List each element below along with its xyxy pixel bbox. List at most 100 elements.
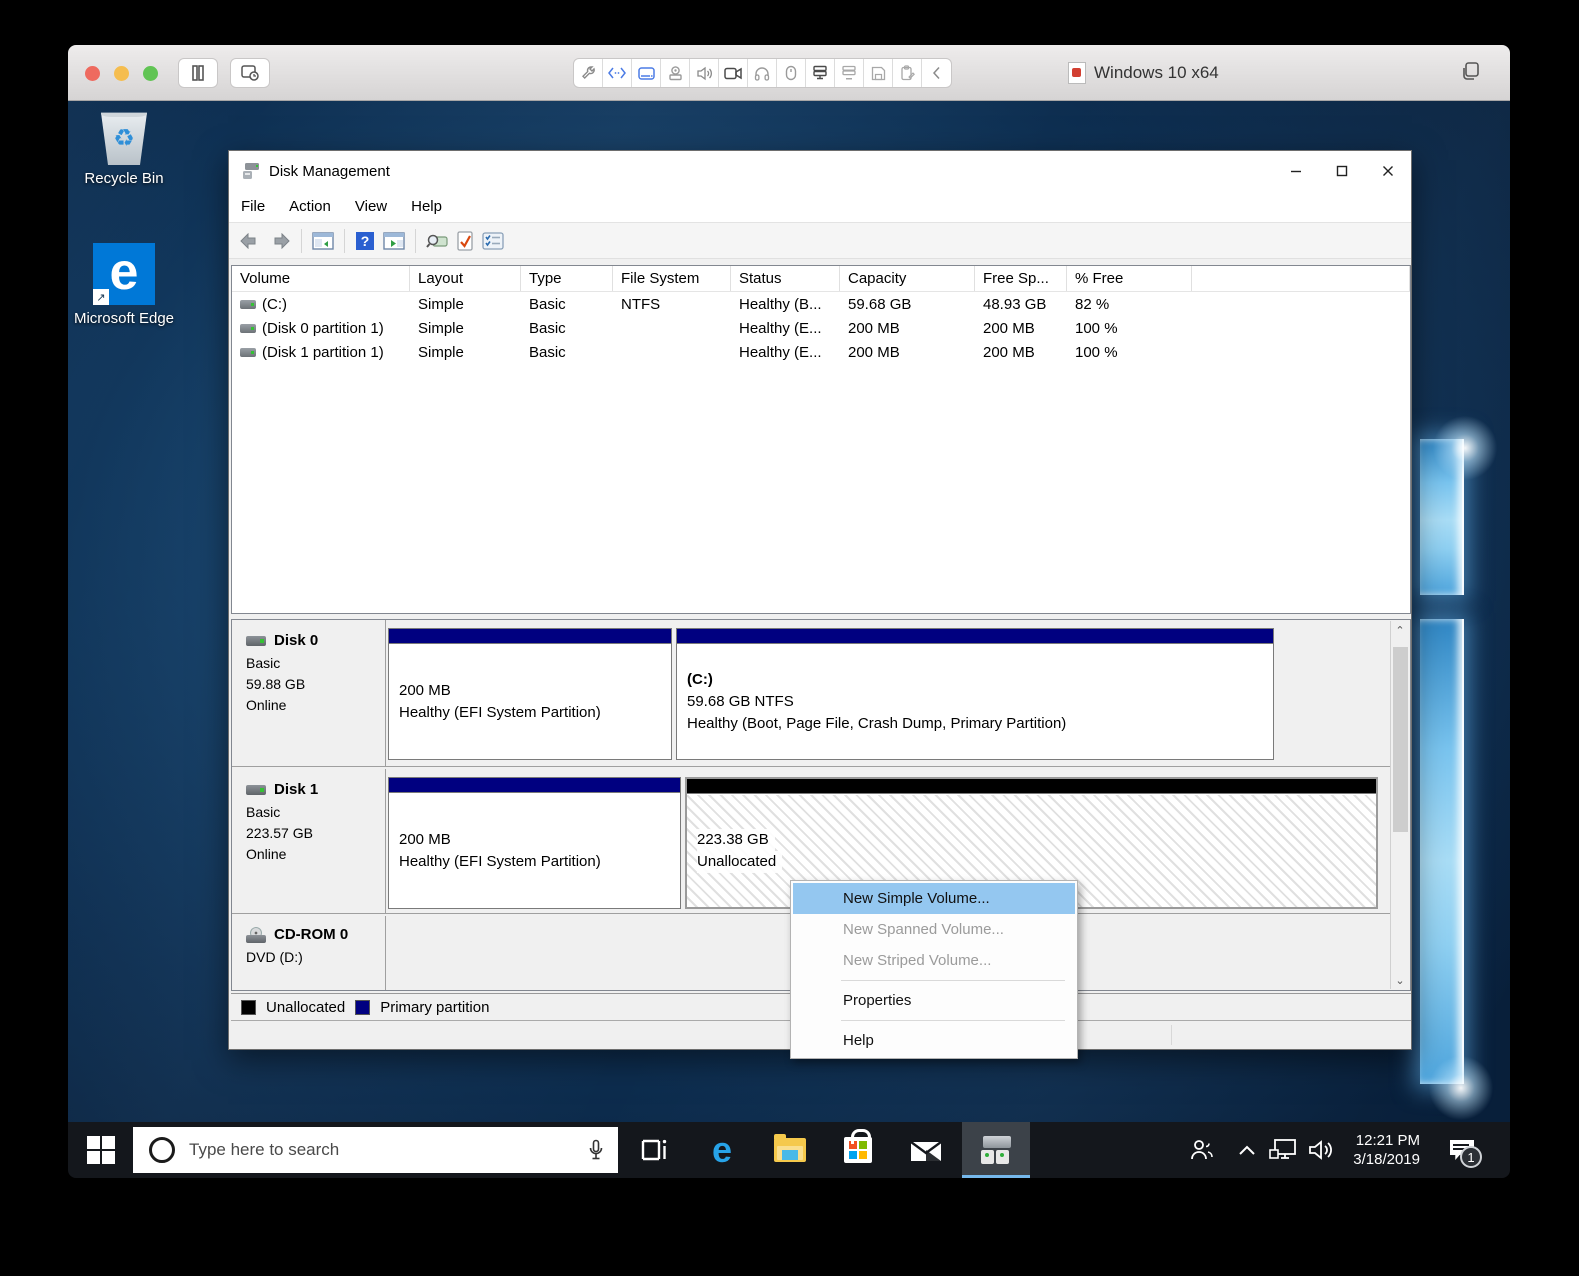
taskbar-store-button[interactable] bbox=[834, 1122, 882, 1178]
taskbar-search[interactable] bbox=[133, 1127, 618, 1173]
window-play-icon[interactable] bbox=[383, 231, 405, 250]
camera-lock-icon[interactable] bbox=[661, 59, 690, 87]
video-camera-icon[interactable] bbox=[719, 59, 748, 87]
taskbar-disk-management-button[interactable] bbox=[962, 1122, 1030, 1178]
partition-color-bar bbox=[677, 629, 1273, 644]
tray-chevron-up-icon[interactable] bbox=[1230, 1122, 1264, 1178]
scroll-down-icon[interactable]: ⌄ bbox=[1391, 971, 1409, 989]
check-document-icon[interactable] bbox=[456, 230, 474, 251]
console-window-icon[interactable] bbox=[312, 231, 334, 250]
mouse-icon[interactable] bbox=[777, 59, 806, 87]
column-header-status[interactable]: Status bbox=[731, 266, 840, 291]
disk1-efi-partition[interactable]: 200 MB Healthy (EFI System Partition) bbox=[388, 777, 681, 909]
vm-window: Windows 10 x64 ♻ Recycle Bin e ↗ Microso… bbox=[68, 45, 1510, 1178]
windows-vm-icon bbox=[1068, 62, 1086, 84]
code-icon[interactable] bbox=[603, 59, 632, 87]
desktop-icon-microsoft-edge[interactable]: e ↗ Microsoft Edge bbox=[69, 243, 179, 329]
search-input[interactable] bbox=[189, 1140, 588, 1160]
disk-1-label-panel[interactable]: Disk 1 Basic 223.57 GB Online bbox=[232, 769, 386, 913]
disk-0-label-panel[interactable]: Disk 0 Basic 59.88 GB Online bbox=[232, 620, 386, 766]
column-header-layout[interactable]: Layout bbox=[410, 266, 521, 291]
column-header-volume[interactable]: Volume bbox=[232, 266, 410, 291]
legend-unallocated-swatch bbox=[241, 999, 256, 1015]
cell-layout: Simple bbox=[418, 343, 464, 361]
hard-disk-icon[interactable] bbox=[632, 59, 661, 87]
headphones-icon[interactable] bbox=[748, 59, 777, 87]
cortana-icon bbox=[149, 1137, 175, 1163]
close-traffic-light[interactable] bbox=[85, 66, 100, 81]
menu-file[interactable]: File bbox=[229, 191, 277, 222]
menu-item-properties[interactable]: Properties bbox=[793, 985, 1075, 1016]
column-header-free-space[interactable]: Free Sp... bbox=[975, 266, 1067, 291]
close-button[interactable] bbox=[1365, 151, 1411, 191]
taskbar-file-explorer-button[interactable] bbox=[766, 1122, 814, 1178]
taskbar-edge-button[interactable]: e bbox=[698, 1122, 746, 1178]
action-center-button[interactable]: 1 bbox=[1440, 1122, 1484, 1178]
disk-management-app-icon bbox=[242, 162, 262, 180]
scroll-up-icon[interactable]: ⌃ bbox=[1391, 621, 1409, 639]
task-view-button[interactable] bbox=[630, 1122, 678, 1178]
server-alt-icon[interactable] bbox=[835, 59, 864, 87]
back-icon[interactable] bbox=[239, 232, 261, 249]
toolbar-separator bbox=[344, 228, 345, 253]
table-row[interactable]: (Disk 0 partition 1) Simple Basic Health… bbox=[232, 316, 1410, 340]
help-icon[interactable]: ? bbox=[355, 231, 375, 251]
volume-icon[interactable] bbox=[1302, 1122, 1340, 1178]
start-button[interactable] bbox=[68, 1122, 134, 1178]
menu-item-help[interactable]: Help bbox=[793, 1025, 1075, 1056]
screenshot-button[interactable] bbox=[230, 58, 270, 88]
taskbar-mail-button[interactable] bbox=[902, 1122, 950, 1178]
menu-help[interactable]: Help bbox=[399, 191, 454, 222]
cdrom-label-panel[interactable]: CD-ROM 0 DVD (D:) bbox=[232, 916, 386, 990]
cell-capacity: 59.68 GB bbox=[848, 295, 912, 313]
menu-item-new-simple-volume[interactable]: New Simple Volume... bbox=[793, 883, 1075, 914]
clipboard-icon[interactable] bbox=[893, 59, 922, 87]
disk-name: Disk 1 bbox=[274, 781, 319, 798]
microphone-icon[interactable] bbox=[588, 1139, 604, 1161]
column-header-capacity[interactable]: Capacity bbox=[840, 266, 975, 291]
disk-status: Online bbox=[246, 697, 287, 713]
partition-size: 223.38 GB bbox=[697, 829, 775, 851]
store-icon bbox=[844, 1129, 872, 1163]
taskbar-clock[interactable]: 12:21 PM 3/18/2019 bbox=[1353, 1122, 1420, 1178]
column-header-pct-free[interactable]: % Free bbox=[1067, 266, 1192, 291]
chevron-left-icon[interactable] bbox=[922, 59, 951, 87]
dm-titlebar[interactable]: Disk Management bbox=[229, 151, 1411, 191]
table-row[interactable]: (Disk 1 partition 1) Simple Basic Health… bbox=[232, 340, 1410, 364]
scrollbar-thumb[interactable] bbox=[1393, 647, 1408, 832]
disk0-c-partition[interactable]: (C:) 59.68 GB NTFS Healthy (Boot, Page F… bbox=[676, 628, 1274, 760]
zoom-traffic-light[interactable] bbox=[143, 66, 158, 81]
checklist-icon[interactable] bbox=[482, 231, 504, 250]
speaker-icon[interactable] bbox=[690, 59, 719, 87]
people-icon[interactable] bbox=[1182, 1122, 1222, 1178]
recycle-bin-icon: ♻ bbox=[101, 112, 147, 165]
desktop-icon-recycle-bin[interactable]: ♻ Recycle Bin bbox=[69, 107, 179, 189]
column-header-type[interactable]: Type bbox=[521, 266, 613, 291]
cell-free-space: 48.93 GB bbox=[983, 295, 1047, 313]
column-header-blank bbox=[1192, 266, 1410, 291]
floppy-icon[interactable] bbox=[864, 59, 893, 87]
table-row[interactable]: (C:) Simple Basic NTFS Healthy (B... 59.… bbox=[232, 292, 1410, 316]
disk0-efi-partition[interactable]: 200 MB Healthy (EFI System Partition) bbox=[388, 628, 672, 760]
disk-size: 59.88 GB bbox=[246, 676, 306, 692]
vertical-scrollbar[interactable]: ⌃ ⌄ bbox=[1390, 621, 1409, 989]
disk-kind: Basic bbox=[246, 655, 281, 671]
minimize-button[interactable] bbox=[1273, 151, 1319, 191]
vm-toolbar bbox=[573, 58, 952, 88]
cell-capacity: 200 MB bbox=[848, 343, 900, 361]
pause-vm-button[interactable] bbox=[178, 58, 218, 88]
server-icon[interactable] bbox=[806, 59, 835, 87]
maximize-button[interactable] bbox=[1319, 151, 1365, 191]
wrench-icon[interactable] bbox=[574, 59, 603, 87]
column-header-file-system[interactable]: File System bbox=[613, 266, 731, 291]
partition-health: Healthy (EFI System Partition) bbox=[399, 704, 601, 721]
copy-windows-button[interactable] bbox=[1460, 60, 1482, 82]
menu-action[interactable]: Action bbox=[277, 191, 343, 222]
minimize-traffic-light[interactable] bbox=[114, 66, 129, 81]
shortcut-arrow-icon: ↗ bbox=[93, 289, 109, 305]
menu-view[interactable]: View bbox=[343, 191, 399, 222]
forward-icon[interactable] bbox=[269, 232, 291, 249]
cell-file-system: NTFS bbox=[621, 295, 661, 313]
network-icon[interactable] bbox=[1264, 1122, 1302, 1178]
magnifier-icon[interactable] bbox=[426, 232, 448, 250]
